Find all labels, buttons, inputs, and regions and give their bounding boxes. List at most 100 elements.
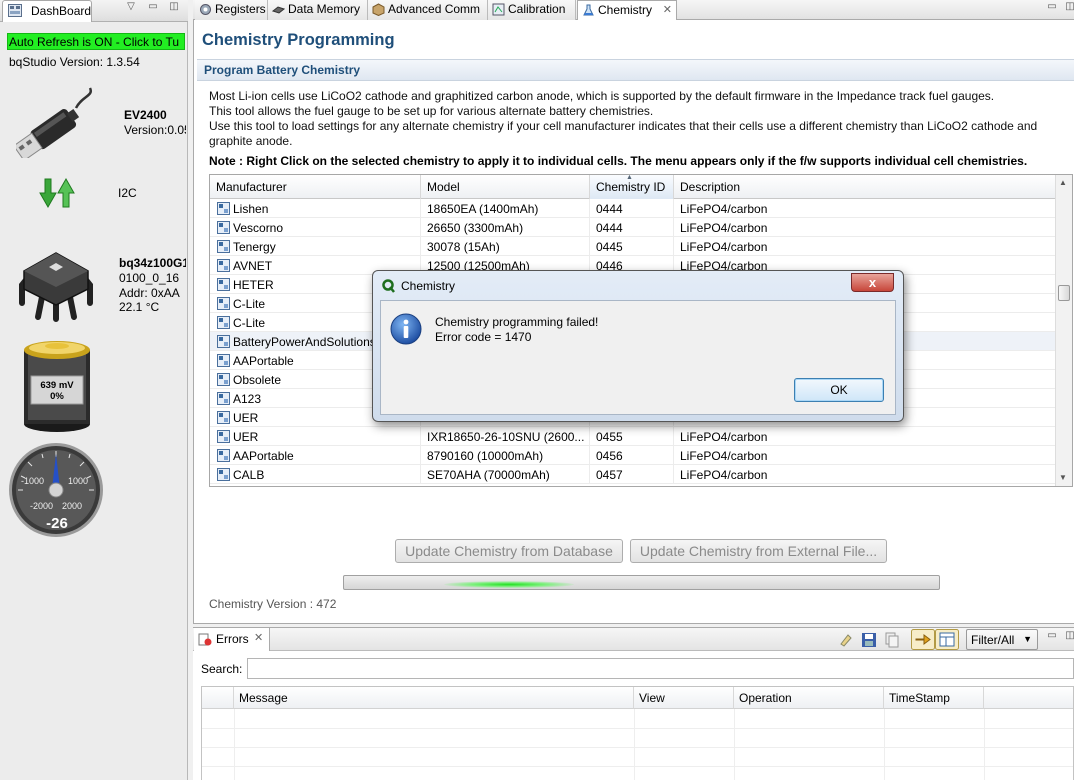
page-title: Chemistry Programming	[202, 31, 395, 49]
table-row[interactable]: Vescorno 26650 (3300mAh) 0444 LiFePO4/carbo…	[210, 218, 1056, 237]
export-icon[interactable]	[911, 629, 935, 650]
cell-model: SE70AHA (70000mAh)	[421, 465, 590, 484]
device-address: Addr: 0xAA	[119, 286, 180, 300]
calibration-icon	[492, 3, 505, 16]
app-logo-icon	[382, 279, 395, 293]
gear-icon	[200, 4, 211, 15]
cell-model: 26650 (3300mAh)	[421, 218, 590, 237]
grid-line	[884, 709, 885, 780]
chevron-down-icon: ▼	[1023, 634, 1032, 644]
cell-chemistry-id: 0455	[590, 427, 674, 446]
box-icon	[372, 3, 385, 16]
filter-select-value: Filter/All	[971, 633, 1015, 647]
communication-arrows-icon	[39, 177, 75, 209]
cell-description: LiFePO4/carbon	[674, 218, 1056, 237]
table-header: Manufacturer Model ▲ Chemistry ID Descri…	[210, 175, 1056, 199]
error-log-icon	[198, 633, 212, 646]
column-header-description[interactable]: Description	[674, 175, 1056, 199]
tab-errors-label: Errors	[216, 632, 249, 646]
tab-data-memory-label: Data Memory	[288, 2, 361, 16]
table-row[interactable]: Tenergy 30078 (15Ah) 0445 LiFePO4/carbon	[210, 237, 1056, 256]
scroll-up-icon[interactable]: ▲	[1059, 178, 1067, 187]
update-from-database-button[interactable]: Update Chemistry from Database	[395, 539, 623, 563]
tab-calibration[interactable]: Calibration	[488, 0, 576, 20]
tab-data-memory[interactable]: Data Memory	[268, 0, 368, 20]
dashboard-minimize-icon[interactable]: ▭	[146, 1, 160, 13]
dialog-close-button[interactable]: x	[851, 273, 894, 292]
bqstudio-version: bqStudio Version: 1.3.54	[9, 55, 140, 69]
table-row[interactable]: Lishen 18650EA (1400mAh) 0444 LiFePO4/carbo…	[210, 199, 1056, 218]
layout-icon[interactable]	[935, 629, 959, 650]
gauge-tick-minus-2000: -2000	[30, 501, 54, 511]
tab-calibration-label: Calibration	[508, 2, 566, 16]
column-header-chemistry-id[interactable]: ▲ Chemistry ID	[590, 175, 674, 199]
description-line-2: This tool allows the fuel gauge to be se…	[209, 104, 654, 118]
battery-readout: 639 mV 0%	[31, 380, 83, 402]
ok-button[interactable]: OK	[794, 378, 884, 402]
cell-chemistry-id: 0445	[590, 237, 674, 256]
errors-minimize-icon[interactable]: ▭	[1045, 630, 1059, 642]
search-label: Search:	[201, 662, 243, 676]
column-header-view[interactable]: View	[634, 687, 734, 709]
chip-icon[interactable]	[16, 245, 96, 323]
auto-refresh-button[interactable]: Auto Refresh is ON - Click to Tu	[7, 33, 185, 50]
tab-advanced-comm-label: Advanced Comm	[388, 2, 481, 16]
errors-maximize-icon[interactable]: ◫	[1063, 630, 1074, 642]
cell-chemistry-id: 0444	[590, 218, 674, 237]
close-errors-icon[interactable]: ✕	[254, 631, 263, 644]
description-line-3: Use this tool to load settings for any a…	[209, 119, 1038, 133]
note-text: Note : Right Click on the selected chemi…	[209, 154, 1028, 168]
board-version: Version:0.05	[124, 123, 186, 137]
tab-advanced-comm[interactable]: Advanced Comm	[368, 0, 488, 20]
scrollbar-thumb[interactable]	[1058, 285, 1070, 301]
close-icon[interactable]: ✕	[663, 3, 672, 16]
gauge-tick-2000: 2000	[62, 501, 83, 511]
gauge-value: -26	[46, 515, 68, 532]
save-icon[interactable]	[861, 632, 877, 648]
cell-model: IXR18650-26-10SNU (2600...	[421, 427, 590, 446]
cell-manufacturer: UER	[210, 427, 421, 446]
column-header-timestamp[interactable]: TimeStamp	[884, 687, 984, 709]
editor-minimize-icon[interactable]: ▭	[1045, 1, 1059, 13]
cell-description: LiFePO4/carbon	[674, 237, 1056, 256]
dashboard-maximize-icon[interactable]: ◫	[167, 1, 181, 13]
cell-model: 18650EA (1400mAh)	[421, 199, 590, 218]
filter-select[interactable]: Filter/All ▼	[966, 629, 1038, 650]
tab-chemistry[interactable]: Chemistry ✕	[577, 0, 677, 21]
description-line-1: Most Li-ion cells use LiCoO2 cathode and…	[209, 89, 995, 103]
info-icon	[390, 313, 422, 345]
update-from-file-button[interactable]: Update Chemistry from External File...	[630, 539, 887, 563]
column-header-chemistry-id-label: Chemistry ID	[596, 180, 666, 194]
column-header-filler	[984, 687, 1073, 709]
table-scrollbar[interactable]: ▲ ▼	[1055, 175, 1072, 486]
battery-percent: 0%	[50, 391, 64, 402]
usb-icon[interactable]	[16, 86, 98, 158]
tab-registers[interactable]: Registers	[195, 0, 268, 20]
search-input[interactable]	[247, 658, 1074, 679]
cell-model: 8790160 (10000mAh)	[421, 446, 590, 465]
column-header-message[interactable]: Message	[234, 687, 634, 709]
table-row[interactable]: UER IXR18650-26-10SNU (2600... 0455 LiFePO4…	[210, 427, 1056, 446]
column-header-model[interactable]: Model	[421, 175, 590, 199]
progress-bar	[343, 575, 940, 590]
scroll-down-icon[interactable]: ▼	[1059, 473, 1067, 482]
gauge-tick-minus-1000: -1000	[21, 476, 45, 486]
section-title: Program Battery Chemistry	[204, 63, 361, 77]
errors-table[interactable]: Message View Operation TimeStamp	[201, 686, 1074, 780]
editor-maximize-icon[interactable]: ◫	[1063, 1, 1074, 13]
column-header-icon	[202, 687, 234, 709]
column-header-operation[interactable]: Operation	[734, 687, 884, 709]
clear-log-icon[interactable]	[838, 632, 854, 648]
copy-icon[interactable]	[884, 632, 900, 648]
sort-ascending-icon: ▲	[626, 174, 633, 181]
table-row[interactable]: CALB SE70AHA (70000mAh) 0457 LiFePO4/carbon	[210, 465, 1056, 484]
tab-errors[interactable]: Errors ✕	[194, 628, 270, 651]
tab-registers-label: Registers	[215, 2, 266, 16]
grid-line	[234, 709, 235, 780]
table-row[interactable]: AAPortable 8790160 (10000mAh) 0456 LiFePO4/…	[210, 446, 1056, 465]
column-header-manufacturer[interactable]: Manufacturer	[210, 175, 421, 199]
dialog-message: Chemistry programming failed!	[435, 315, 599, 329]
cell-chemistry-id: 0444	[590, 199, 674, 218]
dashboard-view-menu-icon[interactable]: ▽	[124, 1, 138, 13]
cell-model: 30078 (15Ah)	[421, 237, 590, 256]
